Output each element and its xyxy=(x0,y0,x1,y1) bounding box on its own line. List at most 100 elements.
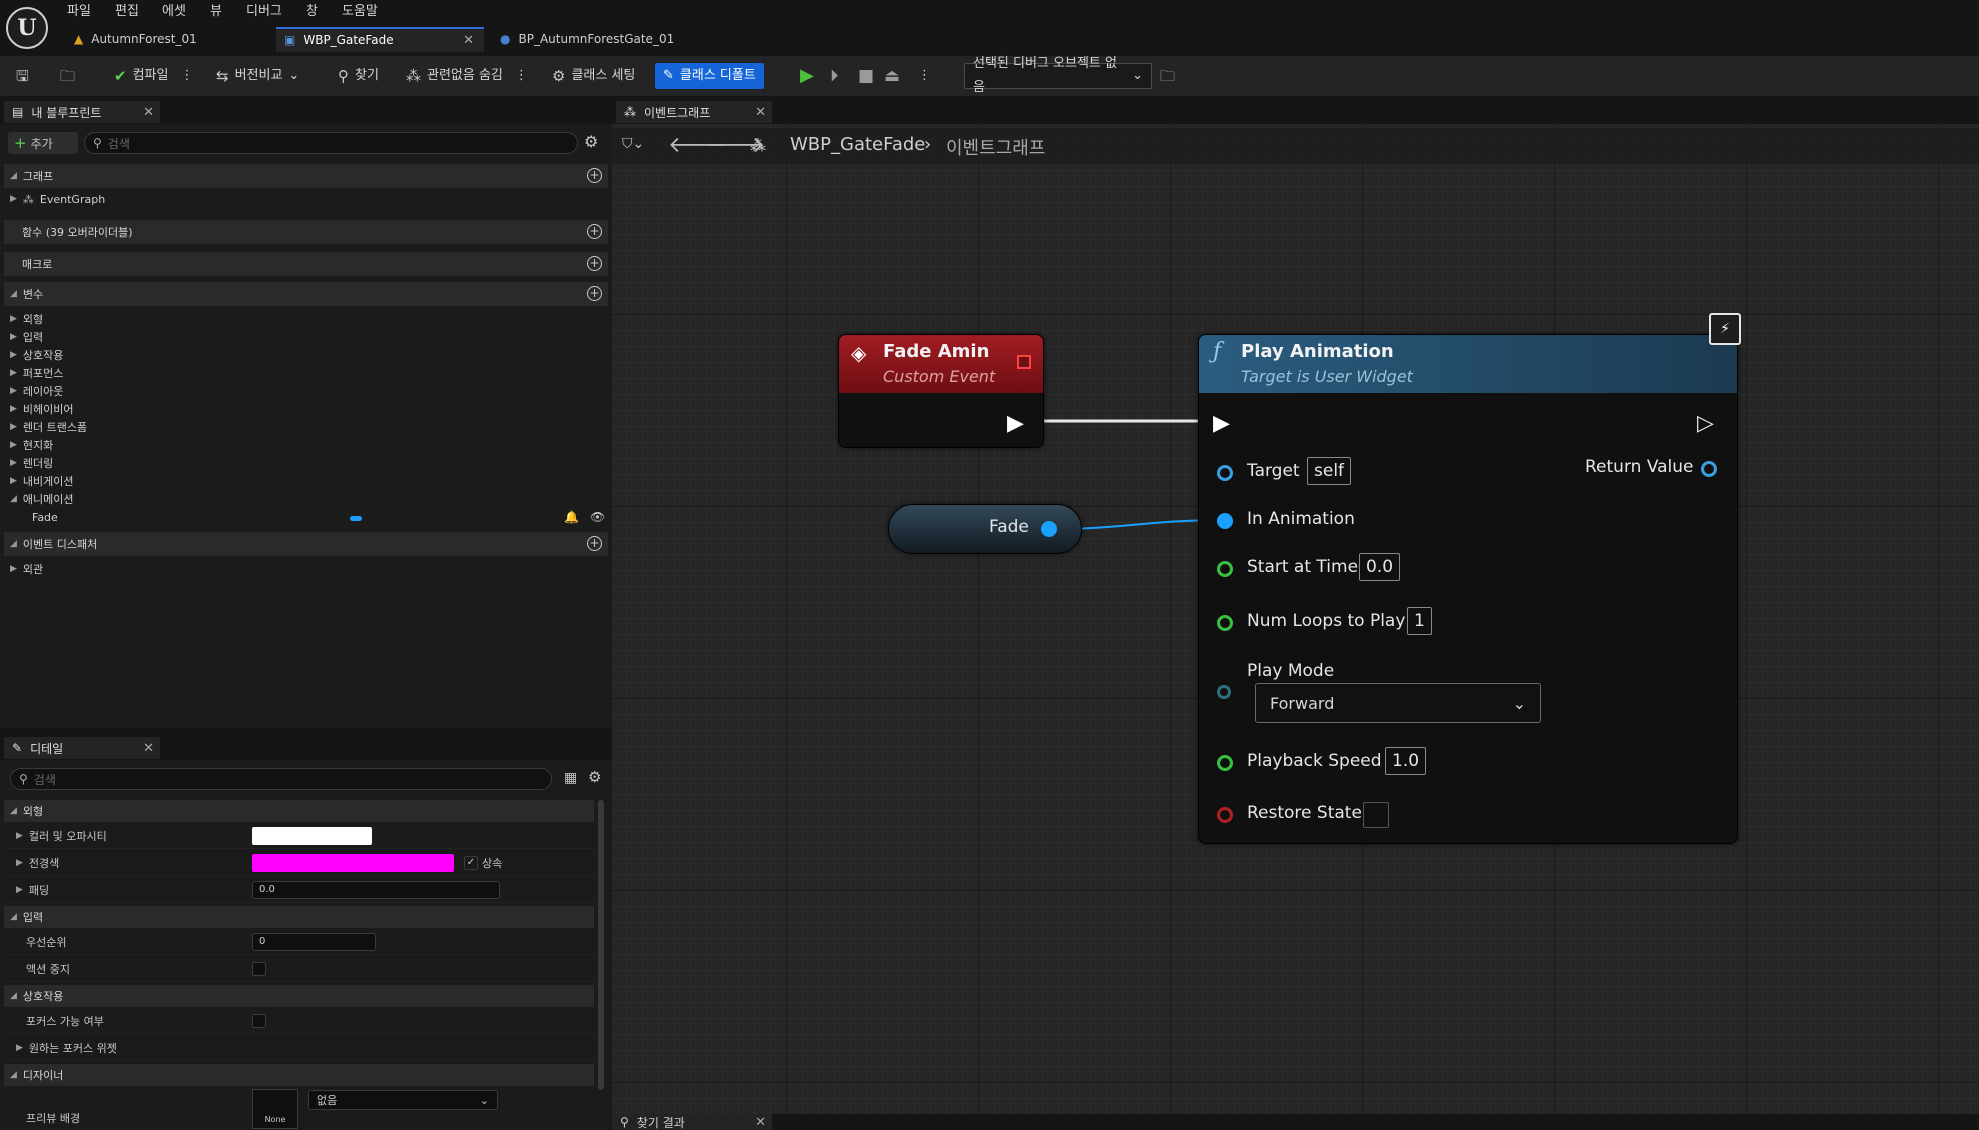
details-section-input[interactable]: ◢ 입력 xyxy=(4,906,594,928)
preview-thumbnail[interactable]: None xyxy=(252,1089,298,1129)
stop-action-checkbox[interactable] xyxy=(252,961,266,976)
exec-in-pin[interactable]: ▶ xyxy=(1213,411,1230,436)
class-defaults-button[interactable]: ✎ 클래스 디폴트 xyxy=(655,63,764,89)
my-blueprint-tab[interactable]: ▤ 내 블루프린트 ✕ xyxy=(4,101,160,123)
restore-state-pin[interactable] xyxy=(1217,807,1233,823)
hide-unrelated-button[interactable]: ⁂ 관련없음 숨김 ⋮ xyxy=(406,64,528,88)
custom-event-node[interactable]: ◈ Fade Amin Custom Event ▶ xyxy=(838,334,1044,448)
focusable-checkbox[interactable] xyxy=(252,1013,266,1028)
menu-help[interactable]: 도움말 xyxy=(342,2,378,22)
doc-tab-level[interactable]: ▲ AutumnForest_01 xyxy=(66,27,266,52)
target-pin[interactable] xyxy=(1217,465,1233,481)
var-category[interactable]: ▶ 외형 xyxy=(10,310,43,328)
var-category[interactable]: ▶ 레이아웃 xyxy=(10,382,63,400)
doc-tab-widget[interactable]: ▣ WBP_GateFade ✕ xyxy=(276,27,484,52)
add-function-icon[interactable]: + xyxy=(587,224,602,239)
details-section-appearance[interactable]: ◢ 외형 xyxy=(4,800,594,822)
delegate-pin[interactable] xyxy=(1017,355,1031,369)
details-section-interaction[interactable]: ◢ 상호작용 xyxy=(4,985,594,1007)
color-swatch-magenta[interactable] xyxy=(252,853,454,872)
var-category[interactable]: ▶ 내비게이션 xyxy=(10,472,74,490)
save-button[interactable]: 🖫 xyxy=(16,64,29,88)
play-options-button[interactable]: ⋮ xyxy=(918,64,931,88)
eject-button[interactable]: ⏏ xyxy=(884,64,900,88)
menu-asset[interactable]: 에셋 xyxy=(162,2,186,22)
var-category[interactable]: ▶ 상호작용 xyxy=(10,346,63,364)
color-swatch-white[interactable] xyxy=(252,826,372,845)
return-value-pin[interactable] xyxy=(1701,461,1717,477)
target-value-box[interactable]: self xyxy=(1307,457,1352,485)
playback-speed-input[interactable]: 1.0 xyxy=(1385,747,1427,775)
dispatcher-category[interactable]: ▶ 외관 xyxy=(10,560,43,578)
close-icon[interactable]: ✕ xyxy=(755,1115,766,1130)
diff-button[interactable]: ⇆ 버전비교 ⌄ xyxy=(216,64,299,88)
menu-edit[interactable]: 편집 xyxy=(115,2,139,22)
section-dispatchers[interactable]: ◢ 이벤트 디스패처 + xyxy=(4,532,608,556)
var-category[interactable]: ▶ 렌더링 xyxy=(10,454,53,472)
bell-icon[interactable]: 🔔 xyxy=(564,510,579,524)
play-animation-node[interactable]: ƒ Play Animation Target is User Widget ⚡… xyxy=(1198,313,1741,844)
in-animation-pin[interactable] xyxy=(1217,513,1233,529)
section-functions[interactable]: 함수 (39 오버라이더블) + xyxy=(4,220,608,244)
priority-input[interactable]: 0 xyxy=(252,932,376,951)
close-icon[interactable]: ✕ xyxy=(755,105,766,120)
breadcrumb-root[interactable]: WBP_GateFade xyxy=(790,134,925,155)
var-category[interactable]: ▶ 퍼포먼스 xyxy=(10,364,63,382)
start-at-time-input[interactable]: 0.0 xyxy=(1359,553,1401,581)
debug-browse-button[interactable]: 🗀 xyxy=(1160,64,1175,88)
doc-tab-actor[interactable]: ● BP_AutumnForestGate_01 xyxy=(492,27,732,52)
section-macros[interactable]: 매크로 + xyxy=(4,252,608,276)
variable-fade[interactable]: Fade xyxy=(32,508,58,526)
eye-icon[interactable]: 👁 xyxy=(590,510,605,524)
menu-window[interactable]: 창 xyxy=(306,2,318,22)
section-graphs[interactable]: ◢ 그래프 + xyxy=(4,164,608,188)
start-at-time-pin[interactable] xyxy=(1217,561,1233,577)
more-icon[interactable]: ⋮ xyxy=(180,64,193,88)
variable-out-pin[interactable] xyxy=(1041,521,1057,537)
tree-item-eventgraph[interactable]: ▶ ⁂ EventGraph xyxy=(10,190,105,208)
browse-button[interactable]: 🗀 xyxy=(60,64,75,88)
bookmark-icon[interactable]: ⛉⌄ xyxy=(622,136,644,152)
menu-file[interactable]: 파일 xyxy=(67,2,91,22)
close-icon[interactable]: ✕ xyxy=(143,105,154,120)
find-results-tab[interactable]: ⚲ 찾기 결과 ✕ xyxy=(612,1114,772,1130)
menu-debug[interactable]: 디버그 xyxy=(246,2,282,22)
menu-view[interactable]: 뷰 xyxy=(210,2,222,22)
add-variable-icon[interactable]: + xyxy=(587,286,602,301)
my-blueprint-search[interactable]: ⚲ 검색 xyxy=(84,132,578,154)
add-dispatcher-icon[interactable]: + xyxy=(587,536,602,551)
grid-view-icon[interactable]: ▦ xyxy=(564,770,577,786)
var-category[interactable]: ▶ 입력 xyxy=(10,328,43,346)
gear-icon[interactable]: ⚙ xyxy=(588,768,601,786)
details-section-designer[interactable]: ◢ 디자이너 xyxy=(4,1064,594,1086)
details-search[interactable]: ⚲ 검색 xyxy=(10,768,552,790)
fade-variable-node[interactable]: Fade xyxy=(888,504,1082,554)
num-loops-input[interactable]: 1 xyxy=(1407,607,1432,635)
restore-state-checkbox[interactable] xyxy=(1363,802,1389,828)
details-scrollbar[interactable] xyxy=(598,800,604,1090)
preview-background-select[interactable]: 없음 ⌄ xyxy=(308,1090,498,1110)
event-graph-tab[interactable]: ⁂ 이벤트그래프 ✕ xyxy=(616,101,772,123)
play-mode-dropdown[interactable]: Forward ⌄ xyxy=(1255,683,1541,723)
section-variables[interactable]: ◢ 변수 + xyxy=(4,282,608,306)
play-button[interactable]: ▶ xyxy=(800,64,814,88)
compile-button[interactable]: ✔ 컴파일 ⋮ xyxy=(114,64,193,88)
add-graph-icon[interactable]: + xyxy=(587,168,602,183)
close-icon[interactable]: ✕ xyxy=(463,28,474,53)
debug-object-select[interactable]: 선택된 디버그 오브젝트 없음 ⌄ xyxy=(964,56,1152,95)
var-category[interactable]: ▶ 현지화 xyxy=(10,436,53,454)
exec-out-pin[interactable]: ▶ xyxy=(1007,411,1024,436)
play-mode-pin[interactable] xyxy=(1217,685,1231,699)
class-settings-button[interactable]: ⚙ 클래스 세팅 xyxy=(552,64,635,88)
var-category[interactable]: ▶ 렌더 트랜스폼 xyxy=(10,418,87,436)
find-button[interactable]: ⚲ 찾기 xyxy=(338,64,379,88)
close-icon[interactable]: ✕ xyxy=(143,741,154,756)
padding-input[interactable]: 0.0 xyxy=(252,880,500,899)
gear-icon[interactable]: ⚙ xyxy=(584,132,598,151)
playback-speed-pin[interactable] xyxy=(1217,755,1233,771)
step-button[interactable]: ⏵ xyxy=(830,64,839,88)
stop-button[interactable]: ■ xyxy=(858,64,874,88)
inherit-checkbox[interactable]: ✓ xyxy=(464,855,478,870)
exec-out-pin[interactable]: ▷ xyxy=(1697,411,1714,436)
var-category[interactable]: ▶ 비헤이비어 xyxy=(10,400,74,418)
